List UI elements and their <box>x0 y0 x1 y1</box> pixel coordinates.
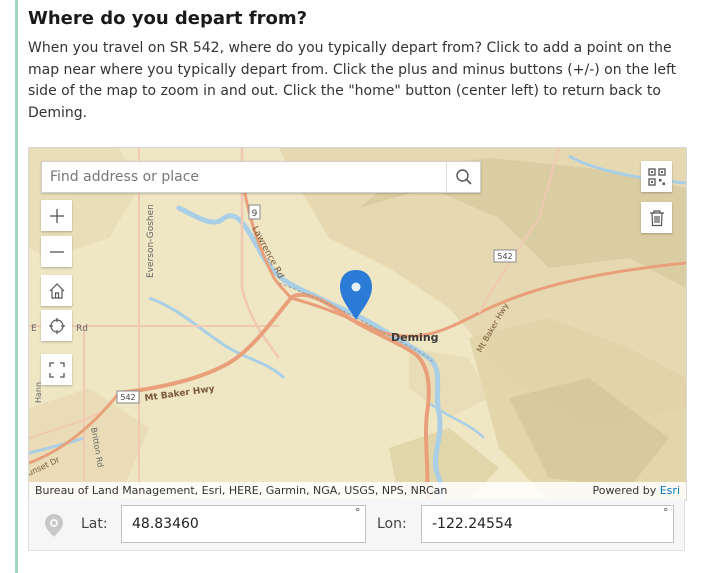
coordinate-bar: Lat: ° Lon: ° <box>28 499 685 551</box>
fullscreen-icon <box>48 361 65 378</box>
locate-button[interactable] <box>41 310 72 341</box>
road-label-hann: Hann <box>34 382 43 403</box>
search-icon <box>455 169 472 185</box>
qr-code-icon <box>647 167 666 186</box>
place-label-deming: Deming <box>391 331 439 344</box>
road-label-everson-goshen: Everson-Goshen <box>146 204 156 278</box>
map-basemap[interactable]: 9 542 542 Deming Mt Baker Hwy Mt Baker H… <box>29 148 686 500</box>
route-shield-542-west: 542 <box>116 390 140 404</box>
locate-icon <box>48 317 65 334</box>
delete-point-button[interactable] <box>641 202 672 233</box>
road-label-e: E <box>31 324 37 334</box>
home-icon <box>49 282 64 299</box>
search-button[interactable] <box>446 162 480 192</box>
svg-text:542: 542 <box>497 252 512 261</box>
lon-input[interactable] <box>421 505 674 543</box>
esri-link[interactable]: Esri <box>660 484 680 497</box>
route-shield-9: 9 <box>248 204 261 220</box>
lon-degree: ° <box>663 506 669 519</box>
map-attribution: Bureau of Land Management, Esri, HERE, G… <box>29 482 686 500</box>
attribution-text: Bureau of Land Management, Esri, HERE, G… <box>35 484 448 497</box>
route-shield-542-east: 542 <box>493 249 517 263</box>
question-description: When you travel on SR 542, where do you … <box>28 40 677 121</box>
svg-text:542: 542 <box>120 393 135 402</box>
home-button[interactable] <box>41 275 72 306</box>
fullscreen-button[interactable] <box>41 354 72 385</box>
zoom-in-icon <box>49 208 64 223</box>
lat-label: Lat: <box>81 516 108 532</box>
map-search-input[interactable] <box>42 162 447 192</box>
zoom-out-icon <box>49 250 64 253</box>
trash-icon <box>649 209 664 226</box>
lat-degree: ° <box>355 506 361 519</box>
question-accent-bar <box>15 0 18 573</box>
powered-by: Powered by Esri <box>592 484 680 497</box>
question-title: Where do you depart from? <box>28 8 308 29</box>
lat-input[interactable] <box>121 505 366 543</box>
qr-code-button[interactable] <box>641 161 672 192</box>
map-view[interactable]: 9 542 542 Deming Mt Baker Hwy Mt Baker H… <box>28 147 687 501</box>
road-label-rd: Rd <box>76 324 88 334</box>
zoom-out-button[interactable] <box>41 236 72 267</box>
lon-label: Lon: <box>377 516 407 532</box>
location-marker-icon[interactable] <box>41 512 67 538</box>
zoom-in-button[interactable] <box>41 200 72 231</box>
svg-text:9: 9 <box>252 209 258 219</box>
map-search-box <box>41 161 481 193</box>
